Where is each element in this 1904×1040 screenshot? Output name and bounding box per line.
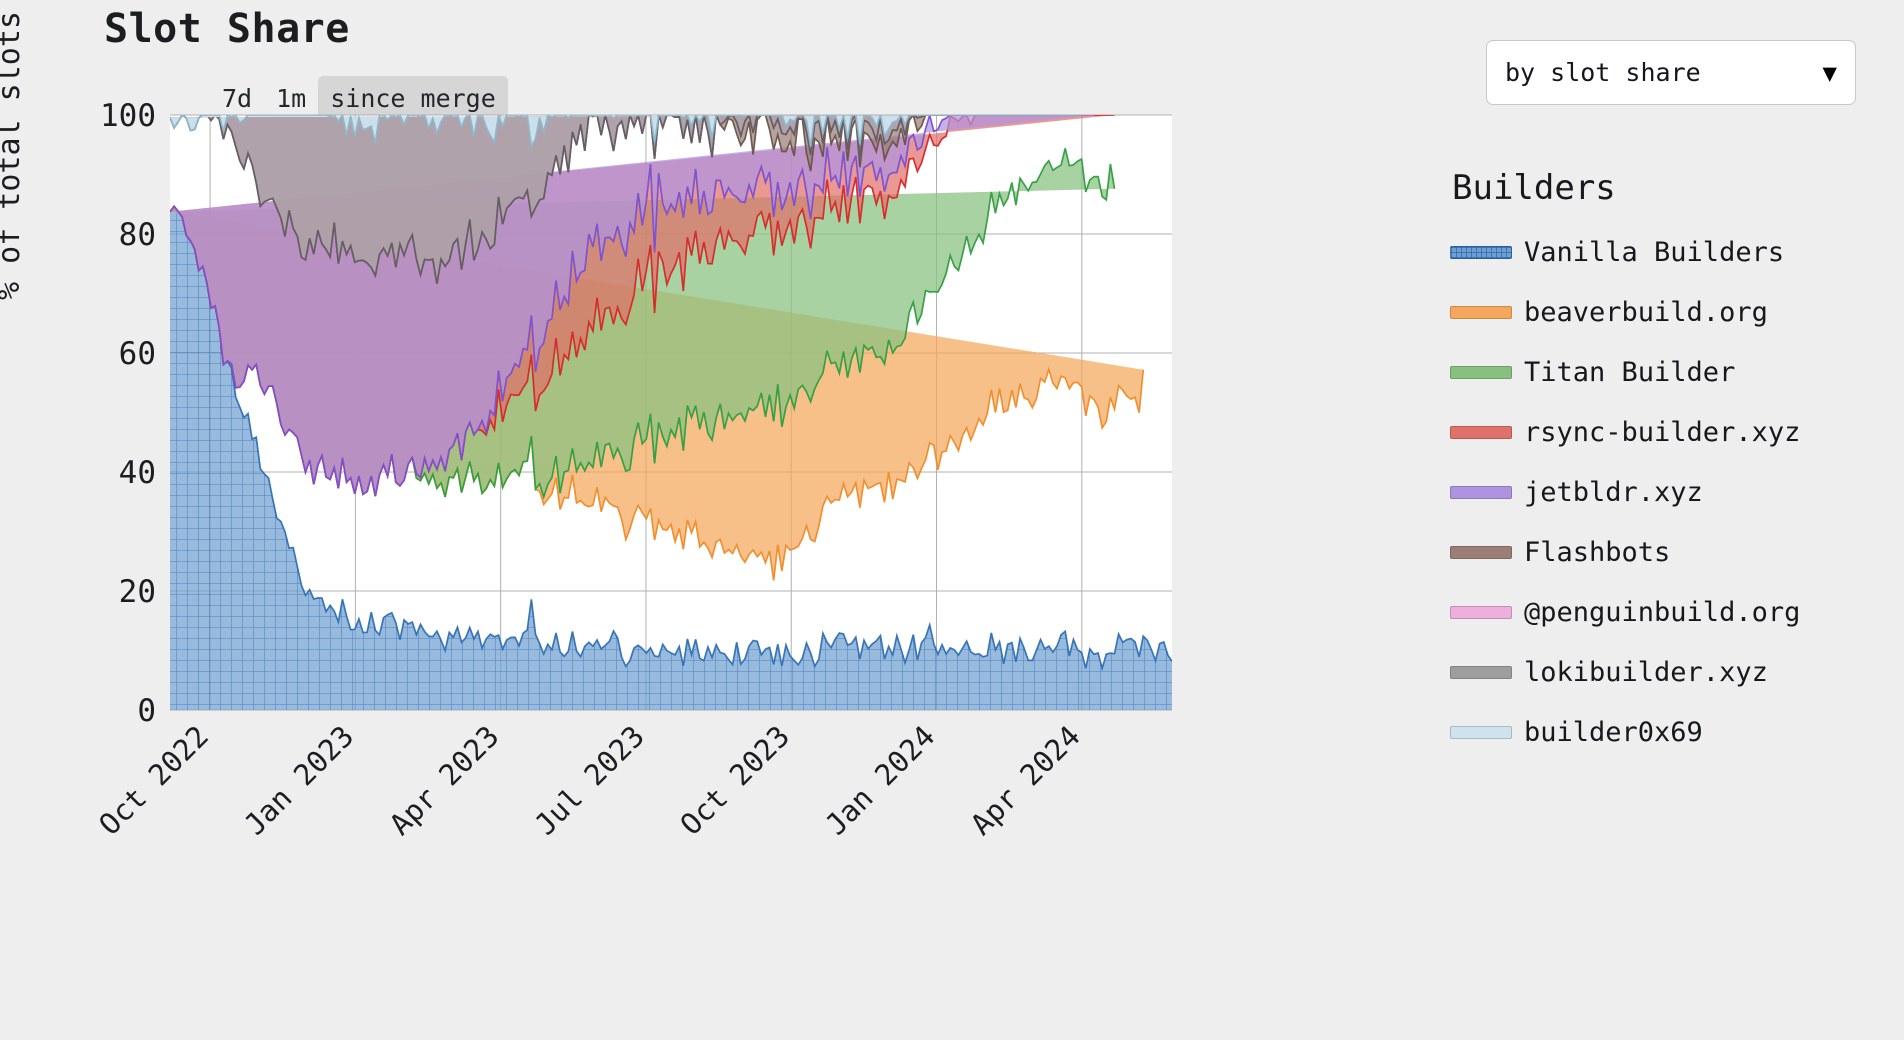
legend: Builders Vanilla Builders beaverbuild.org… [1450,168,1900,762]
x-tick-label: Oct 2022 [92,719,215,842]
y-tick-label: 40 [119,455,156,491]
y-tick-label: 20 [119,574,156,610]
line-rsync [170,115,1115,497]
legend-swatch [1450,485,1512,499]
line-penguinbuild [170,115,1094,284]
legend-item[interactable]: @penguinbuild.org [1450,582,1900,642]
legend-item-label: builder0x69 [1524,716,1703,748]
sort-dropdown[interactable]: by slot share ▼ [1486,40,1856,105]
legend-swatch [1450,245,1512,259]
y-axis-label: % of total slots [0,11,27,300]
area-flashbots [170,115,1094,284]
range-selector[interactable]: 7d 1m since merge [210,76,508,121]
legend-item-label: @penguinbuild.org [1524,596,1801,628]
x-axis-ticks: Oct 2022 Jan 2023 Apr 2023 Jul 2023 Oct 2023… [92,719,1087,842]
legend-item[interactable]: Titan Builder [1450,342,1900,402]
area-lokibuilder [170,115,1082,284]
legend-swatch [1450,605,1512,619]
legend-item-label: beaverbuild.org [1524,296,1768,328]
legend-item[interactable]: Vanilla Builders [1450,222,1900,282]
legend-title: Builders [1452,168,1616,208]
area-penguinbuild [170,115,1094,284]
area-beaverbuild [170,206,1144,581]
legend-item-label: Titan Builder [1524,356,1736,388]
x-tick-label: Oct 2023 [673,719,796,842]
area-rsync [170,115,1115,497]
legend-item[interactable]: rsync-builder.xyz [1450,402,1900,462]
y-tick-label: 60 [119,336,156,372]
x-tick-label: Jul 2023 [528,719,651,842]
legend-item[interactable]: jetbldr.xyz [1450,462,1900,522]
page-title: Slot Share [104,6,350,52]
area-vanilla-hatch [170,206,1172,710]
x-tick-label: Apr 2023 [383,719,506,842]
legend-item[interactable]: Flashbots [1450,522,1900,582]
area-vanilla [170,206,1172,710]
range-button-7d[interactable]: 7d [210,76,264,121]
x-tick-label: Jan 2024 [819,719,942,842]
chevron-down-icon: ▼ [1822,58,1837,87]
legend-swatch [1450,425,1512,439]
legend-item-label: lokibuilder.xyz [1524,656,1768,688]
range-button-1m[interactable]: 1m [264,76,318,121]
legend-item[interactable]: builder0x69 [1450,702,1900,762]
legend-item[interactable]: lokibuilder.xyz [1450,642,1900,702]
legend-item-label: Flashbots [1524,536,1671,568]
legend-swatch [1450,305,1512,319]
x-tick-label: Apr 2024 [964,719,1087,842]
legend-swatch [1450,725,1512,739]
area-titan [170,148,1115,498]
legend-item-label: Vanilla Builders [1524,236,1785,268]
sort-dropdown-value: by slot share [1505,58,1701,87]
line-lokibuilder [170,115,1082,284]
line-titan [170,148,1116,500]
y-tick-label: 80 [119,217,156,253]
x-tick-label: Jan 2023 [238,719,361,842]
legend-item[interactable]: beaverbuild.org [1450,282,1900,342]
range-button-since-merge[interactable]: since merge [318,76,508,121]
legend-swatch [1450,665,1512,679]
legend-item-label: jetbldr.xyz [1524,476,1703,508]
line-beaverbuild [170,204,1145,581]
y-axis-ticks: 0 20 40 60 80 100 [100,98,156,729]
y-tick-label: 0 [137,693,156,729]
line-vanilla [170,204,1172,672]
line-jetbldr [170,115,1094,497]
area-jetbldr [170,115,1094,497]
line-flashbots [170,115,1094,284]
stacked-areas [170,115,1172,710]
y-tick-label: 100 [100,98,156,134]
grid-lines [170,114,1172,711]
legend-swatch [1450,365,1512,379]
legend-item-label: rsync-builder.xyz [1524,416,1801,448]
legend-swatch [1450,545,1512,559]
